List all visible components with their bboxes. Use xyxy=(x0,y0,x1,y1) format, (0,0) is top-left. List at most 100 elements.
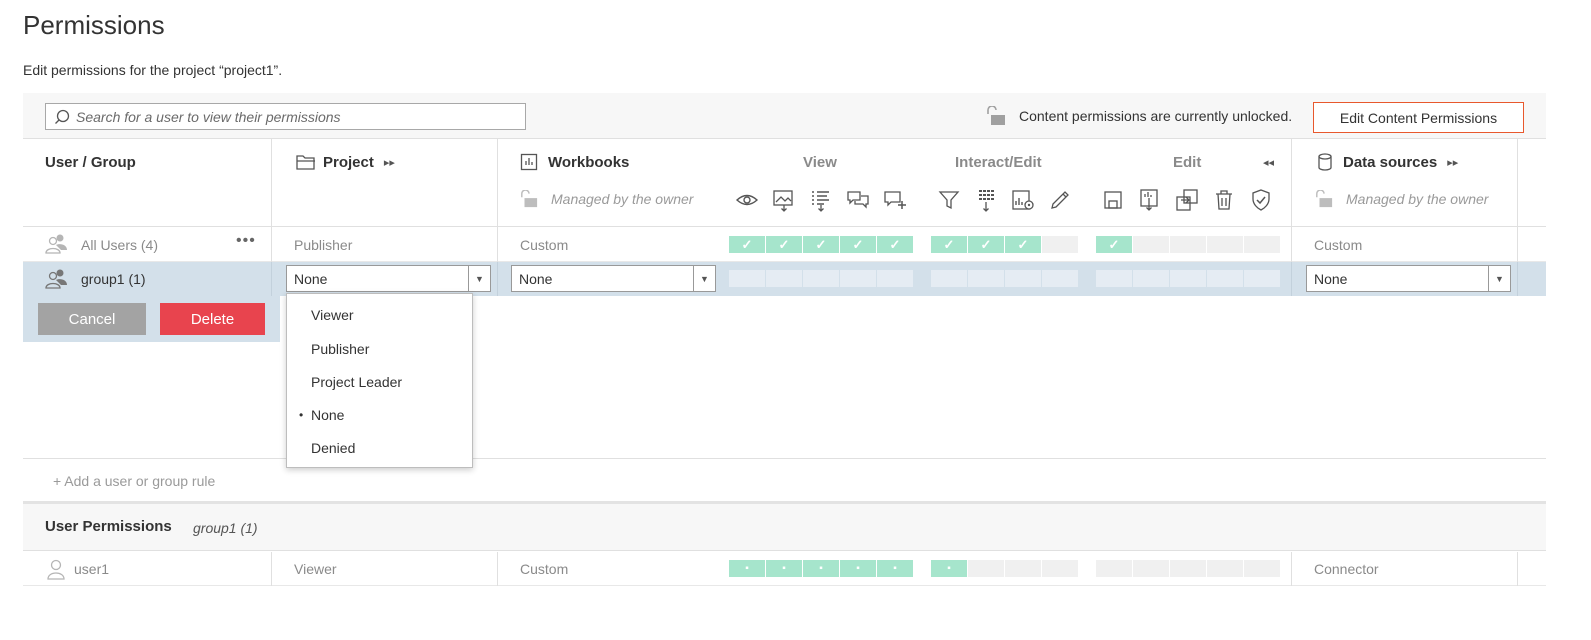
capability-allowed: ▪ xyxy=(840,560,876,577)
project-role-menu: Viewer Publisher Project Leader • None D… xyxy=(286,293,473,468)
edit-capabilities xyxy=(1096,560,1280,577)
header-project[interactable]: Project ▸▸ xyxy=(296,153,395,171)
header-interact-edit: Interact/Edit xyxy=(955,154,1042,171)
cancel-button[interactable]: Cancel xyxy=(38,303,146,335)
unlock-icon xyxy=(987,106,1005,125)
capability-allowed: ✓ xyxy=(1005,236,1041,253)
expand-icon[interactable]: ▸▸ xyxy=(384,156,395,169)
capability-allowed: ✓ xyxy=(766,236,802,253)
column-divider xyxy=(497,552,498,586)
download-workbook-icon xyxy=(1140,189,1158,211)
divider xyxy=(23,458,1546,459)
capability-allowed: ✓ xyxy=(968,236,1004,253)
column-divider xyxy=(1291,552,1292,586)
capability-allowed: ✓ xyxy=(877,236,913,253)
project-role-select[interactable]: None ▼ xyxy=(286,265,491,292)
group-icon xyxy=(45,269,67,289)
capability-allowed: ▪ xyxy=(729,560,765,577)
capability-unspecified xyxy=(1170,560,1206,577)
lock-status-text: Content permissions are currently unlock… xyxy=(1019,108,1293,124)
managed-by-owner-text: Managed by the owner xyxy=(551,191,694,207)
filter-icon xyxy=(938,191,960,210)
capability-empty xyxy=(1170,270,1206,287)
capability-empty xyxy=(968,270,1004,287)
header-data-sources-label: Data sources xyxy=(1343,153,1438,171)
interact-capabilities: ▪ xyxy=(931,560,1078,577)
menu-item-denied[interactable]: Denied xyxy=(311,440,355,456)
column-divider xyxy=(497,227,498,262)
capability-empty xyxy=(931,270,967,287)
capability-allowed: ▪ xyxy=(803,560,839,577)
capability-unspecified xyxy=(968,560,1004,577)
data-sources-role-value: None xyxy=(1314,270,1348,287)
menu-item-none[interactable]: None xyxy=(311,407,344,423)
more-options-icon[interactable]: ••• xyxy=(236,232,256,250)
move-icon xyxy=(1176,189,1198,211)
capability-empty xyxy=(729,270,765,287)
page-title: Permissions xyxy=(23,10,165,40)
row-workbooks-role: Custom xyxy=(520,237,569,253)
view-capabilities: ✓ ✓ ✓ ✓ ✓ xyxy=(729,236,913,253)
header-project-label: Project xyxy=(323,153,374,171)
row-workbooks-role: Custom xyxy=(520,561,569,577)
header-workbooks[interactable]: Workbooks xyxy=(520,153,629,171)
data-sources-role-select[interactable]: None ▼ xyxy=(1306,265,1511,292)
page-subtitle: Edit permissions for the project “projec… xyxy=(23,62,283,78)
column-divider xyxy=(271,227,272,262)
header-view: View xyxy=(803,154,837,171)
capability-empty xyxy=(1042,270,1078,287)
capability-empty xyxy=(840,270,876,287)
capability-empty xyxy=(1005,270,1041,287)
search-box[interactable] xyxy=(45,103,526,130)
header-workbooks-label: Workbooks xyxy=(548,153,630,171)
pencil-icon xyxy=(1051,191,1069,209)
delete-button[interactable]: Delete xyxy=(160,303,265,335)
column-divider xyxy=(271,552,272,586)
capability-empty xyxy=(803,270,839,287)
menu-item-viewer[interactable]: Viewer xyxy=(311,307,354,323)
comments-icon xyxy=(847,191,869,209)
capability-unspecified xyxy=(1207,560,1243,577)
workbooks-managed-note: Managed by the owner xyxy=(519,190,693,208)
edit-content-permissions-button[interactable]: Edit Content Permissions xyxy=(1313,102,1524,133)
capability-empty xyxy=(1096,270,1132,287)
view-capabilities xyxy=(729,270,913,287)
column-divider xyxy=(1291,227,1292,262)
expand-icon[interactable]: ▸▸ xyxy=(1447,156,1458,169)
capability-unspecified xyxy=(1042,560,1078,577)
menu-item-publisher[interactable]: Publisher xyxy=(311,341,369,357)
capability-allowed: ✓ xyxy=(729,236,765,253)
header-data-sources[interactable]: Data sources ▸▸ xyxy=(1317,153,1458,171)
header-user-group: User / Group xyxy=(45,154,136,171)
capability-unspecified xyxy=(1244,236,1280,253)
column-divider xyxy=(1517,552,1518,586)
user-permissions-group: group1 (1) xyxy=(193,520,258,536)
workbook-icon xyxy=(520,153,538,171)
chevron-down-icon[interactable]: ▼ xyxy=(1488,266,1510,291)
chevron-down-icon[interactable]: ▼ xyxy=(468,266,490,291)
row-data-sources-role: Connector xyxy=(1314,561,1379,577)
search-input[interactable] xyxy=(76,108,516,125)
column-divider xyxy=(1517,227,1518,262)
capability-allowed: ▪ xyxy=(877,560,913,577)
column-divider xyxy=(271,262,272,296)
add-rule-link[interactable]: + Add a user or group rule xyxy=(53,473,215,489)
capability-empty xyxy=(1133,270,1169,287)
edit-capabilities: ✓ xyxy=(1096,236,1280,253)
collapse-icon[interactable]: ◂◂ xyxy=(1263,156,1274,169)
capability-empty xyxy=(766,270,802,287)
shield-check-icon xyxy=(1252,189,1270,211)
menu-item-project-leader[interactable]: Project Leader xyxy=(311,374,402,390)
web-edit-icon xyxy=(1012,190,1034,210)
workbooks-role-select[interactable]: None ▼ xyxy=(511,265,716,292)
image-download-icon xyxy=(773,190,793,212)
capability-unspecified xyxy=(1207,236,1243,253)
add-comment-icon xyxy=(884,191,906,209)
user-icon xyxy=(47,559,65,580)
capability-allowed: ▪ xyxy=(931,560,967,577)
capability-unspecified xyxy=(1170,236,1206,253)
row-data-sources-role: Custom xyxy=(1314,237,1363,253)
chevron-down-icon[interactable]: ▼ xyxy=(693,266,715,291)
capability-empty xyxy=(1244,270,1280,287)
interact-capabilities: ✓ ✓ ✓ xyxy=(931,236,1078,253)
